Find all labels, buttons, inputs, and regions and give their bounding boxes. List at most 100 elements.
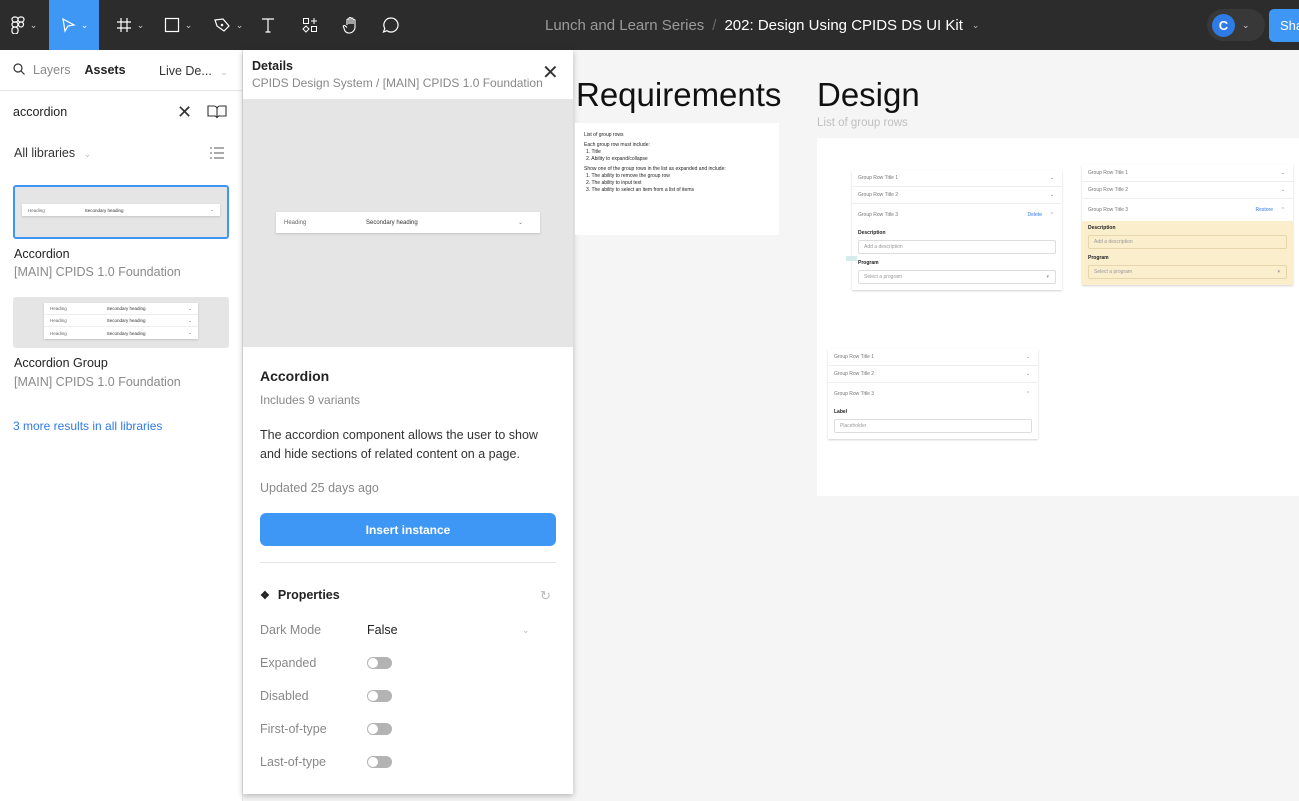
assets-panel: Layers Assets Live De... ⌄ accordion ✕ A… [0, 50, 243, 801]
preview-heading: Heading [50, 330, 67, 336]
group-row-title: Group Row Title 1 [1088, 170, 1129, 176]
hand-tool-button[interactable] [338, 0, 364, 50]
group-row[interactable]: Group Row Title 1 ⌄ [852, 170, 1062, 187]
group-row[interactable]: Group Row Title 2 ⌄ [1082, 182, 1293, 199]
hand-icon [342, 16, 360, 34]
chevron-down-icon: ⌄ [235, 19, 244, 30]
project-breadcrumb[interactable]: Lunch and Learn Series [545, 17, 704, 34]
group-row[interactable]: Group Row Title 2 ⌄ [828, 366, 1038, 383]
field-label: Description [1088, 225, 1116, 231]
asset-thumbnail-accordion-group[interactable]: Heading Secondary heading ⌄ Heading Seconda… [13, 297, 229, 348]
text-input[interactable]: Placeholder [834, 419, 1032, 433]
requirements-card[interactable]: List of group rows Each group row must i… [575, 123, 779, 235]
multiplayer-avatars[interactable]: C ⌄ [1207, 9, 1265, 41]
asset-search[interactable]: accordion ✕ [13, 101, 233, 123]
select-placeholder: Select a program [864, 274, 903, 280]
insert-instance-button[interactable]: Insert instance [260, 513, 556, 546]
pen-icon [213, 17, 231, 33]
frame-hash-icon [116, 17, 132, 33]
requirement-item: 1. The ability to remove the group row [586, 173, 670, 179]
tab-assets[interactable]: Assets [85, 63, 126, 77]
program-select[interactable]: Select a program ▾ [858, 270, 1056, 284]
library-filter-label: All libraries [14, 146, 76, 160]
program-select[interactable]: Select a program ▾ [1088, 265, 1287, 279]
dark-mode-select[interactable]: False [367, 623, 398, 637]
library-filter[interactable]: All libraries ⌄ [14, 146, 91, 160]
section-title: Show one of the group rows in the list a… [584, 166, 726, 172]
search-icon[interactable] [13, 62, 25, 78]
chevron-down-icon: ⌄ [188, 317, 192, 323]
description-input[interactable]: Add a description [858, 240, 1056, 254]
details-title: Details [252, 59, 293, 73]
search-input[interactable]: accordion [13, 105, 67, 119]
disabled-toggle[interactable] [367, 690, 392, 702]
move-tool-button[interactable]: ⌄ [49, 0, 99, 50]
share-button[interactable]: Sha [1269, 9, 1299, 42]
group-row[interactable]: Group Row Title 3 Delete ⌃ [852, 204, 1062, 226]
chevron-down-icon: ⌄ [1280, 187, 1285, 193]
more-results-link[interactable]: 3 more results in all libraries [13, 419, 162, 433]
file-title[interactable]: Lunch and Learn Series / 202: Design Usi… [545, 0, 979, 50]
field-label: Label [834, 409, 848, 415]
tab-layers[interactable]: Layers [33, 63, 71, 77]
team-library-icon[interactable] [207, 104, 227, 122]
requirement-item: 2. The ability to input text [586, 180, 642, 186]
property-label: Last-of-type [260, 755, 327, 769]
chevron-down-icon[interactable]: ⌄ [972, 20, 980, 31]
design-subheading: List of group rows [817, 117, 908, 129]
file-name[interactable]: 202: Design Using CPIDS DS UI Kit [724, 17, 962, 34]
group-row[interactable]: Group Row Title 3 Restore ⌃ [1082, 199, 1293, 221]
top-toolbar: ⌄ ⌄ ⌄ ⌄ ⌄ Lunch and Learn Series / 202: … [0, 0, 1299, 50]
pen-tool-button[interactable]: ⌄ [208, 0, 248, 50]
chevron-down-icon: ⌄ [1025, 371, 1030, 377]
chevron-up-icon: ⌃ [1280, 207, 1285, 213]
first-of-type-toggle[interactable] [367, 723, 392, 735]
text-tool-button[interactable] [255, 0, 281, 50]
chevron-down-icon: ⌄ [1049, 192, 1054, 198]
group-row[interactable]: Group Row Title 2 ⌄ [852, 187, 1062, 204]
page-selector[interactable]: Live De... ⌄ [159, 64, 228, 78]
resources-button[interactable] [297, 0, 323, 50]
chevron-down-icon: ⌄ [188, 330, 192, 335]
group-row-title: Group Row Title 2 [1088, 187, 1129, 193]
accordion-group-restore[interactable]: Group Row Title 1 ⌄ Group Row Title 2 ⌄ Gr… [1082, 165, 1293, 285]
asset-thumbnail-accordion[interactable]: Heading Secondary heading ⌄ [13, 185, 229, 239]
asset-name[interactable]: Accordion [14, 247, 70, 261]
list-view-icon[interactable] [210, 146, 224, 164]
delete-link[interactable]: Delete [1028, 212, 1042, 218]
field-label: Description [858, 230, 886, 236]
frame-tool-button[interactable]: ⌄ [110, 0, 150, 50]
rectangle-icon [164, 17, 180, 33]
page-selector-label: Live De... [159, 64, 212, 78]
comment-tool-button[interactable] [378, 0, 404, 50]
group-row[interactable]: Group Row Title 1 ⌄ [828, 349, 1038, 366]
clear-search-icon[interactable]: ✕ [177, 101, 192, 123]
property-label: Expanded [260, 656, 317, 670]
group-row[interactable]: Group Row Title 3 ⌃ [828, 383, 1038, 405]
field-label: Program [1088, 255, 1109, 261]
design-heading: Design [817, 76, 920, 113]
close-icon[interactable]: ✕ [542, 63, 559, 83]
description-input[interactable]: Add a description [1088, 235, 1287, 249]
accordion-group-label[interactable]: Group Row Title 1 ⌄ Group Row Title 2 ⌄ Gr… [828, 349, 1038, 439]
cursor-arrow-icon [60, 17, 76, 33]
avatar[interactable]: C [1212, 13, 1235, 37]
main-menu-button[interactable]: ⌄ [0, 0, 48, 50]
chevron-down-icon[interactable]: ⌄ [522, 625, 530, 636]
shape-tool-button[interactable]: ⌄ [158, 0, 198, 50]
group-row-body: Description Add a description Program Se… [852, 226, 1062, 290]
details-library-path: CPIDS Design System / [MAIN] CPIDS 1.0 F… [252, 76, 543, 90]
group-row-title: Group Row Title 1 [858, 175, 899, 181]
restore-link[interactable]: Restore [1255, 207, 1273, 213]
properties-title: Properties [277, 588, 340, 602]
section-title: Each group row must include: [584, 142, 650, 148]
component-preview[interactable]: Heading Secondary heading ⌄ [243, 99, 573, 347]
preview-secondary-heading: Secondary heading [84, 207, 124, 213]
accordion-group-delete[interactable]: Group Row Title 1 ⌄ Group Row Title 2 ⌄ Gr… [852, 170, 1062, 290]
asset-name[interactable]: Accordion Group [14, 356, 108, 370]
expanded-toggle[interactable] [367, 657, 392, 669]
last-of-type-toggle[interactable] [367, 756, 392, 768]
select-placeholder: Select a program [1094, 269, 1133, 275]
reset-properties-icon[interactable]: ↻ [540, 588, 551, 604]
group-row[interactable]: Group Row Title 1 ⌄ [1082, 165, 1293, 182]
